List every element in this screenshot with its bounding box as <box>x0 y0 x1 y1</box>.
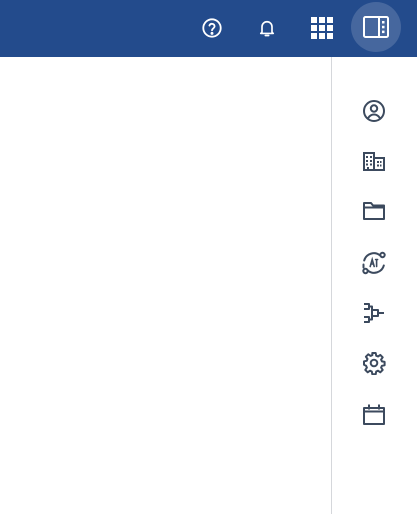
building-icon <box>363 152 385 171</box>
side-panel-toggle-button[interactable] <box>351 2 401 52</box>
side-panel-icon <box>363 16 389 38</box>
settings-button[interactable] <box>352 341 396 385</box>
workflows-button[interactable] <box>352 291 396 335</box>
help-button[interactable] <box>188 4 236 52</box>
notifications-button[interactable] <box>243 4 291 52</box>
folder-icon <box>363 202 385 220</box>
workflow-icon <box>364 303 384 323</box>
top-header-bar <box>0 0 417 57</box>
main-content-area <box>0 57 331 514</box>
account-button[interactable] <box>352 89 396 133</box>
help-circle-icon <box>202 18 222 38</box>
ai-assistant-button[interactable] <box>352 241 396 285</box>
calendar-button[interactable] <box>352 393 396 437</box>
apps-grid-icon <box>311 17 333 39</box>
side-panel-rail <box>332 57 417 514</box>
organization-button[interactable] <box>352 139 396 183</box>
app-window <box>0 0 417 514</box>
calendar-board-icon <box>363 404 385 425</box>
gear-icon <box>363 352 386 375</box>
user-account-icon <box>363 100 385 122</box>
files-button[interactable] <box>352 189 396 233</box>
apps-launcher-button[interactable] <box>298 4 346 52</box>
ai-sync-icon <box>362 251 386 275</box>
bell-icon <box>259 20 275 37</box>
